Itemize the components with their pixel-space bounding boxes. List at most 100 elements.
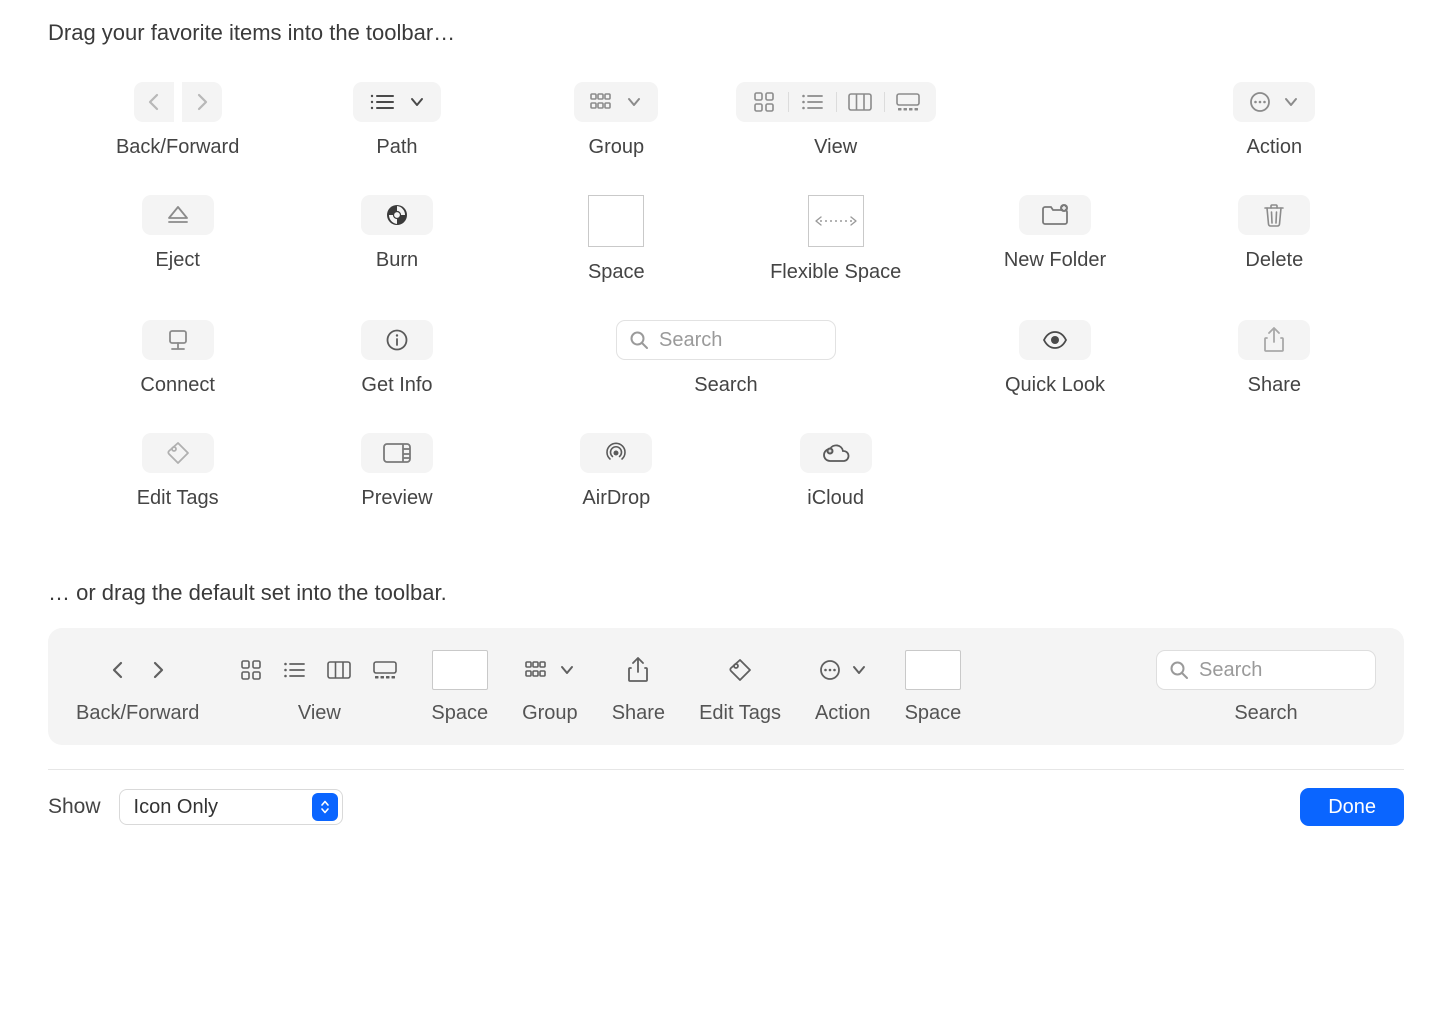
search-field[interactable]: Search [1156, 650, 1376, 690]
def-space-1[interactable]: Space [431, 650, 488, 725]
bottom-row: Show Icon Only Done [48, 788, 1404, 826]
action-icon [1249, 91, 1271, 113]
trash-icon [1264, 203, 1284, 227]
item-flexible-space[interactable]: Flexible Space [726, 195, 945, 284]
search-icon [629, 330, 649, 350]
eye-icon [1042, 331, 1068, 349]
done-button[interactable]: Done [1300, 788, 1404, 826]
def-label-space1: Space [431, 702, 488, 725]
info-icon [386, 329, 408, 351]
show-select[interactable]: Icon Only [119, 789, 343, 825]
label-eject: Eject [155, 249, 199, 272]
label-action: Action [1247, 136, 1303, 159]
chevron-down-icon [851, 662, 867, 678]
def-label-action: Action [815, 702, 871, 725]
item-preview[interactable]: Preview [287, 433, 506, 510]
item-path[interactable]: Path [287, 82, 506, 159]
item-delete[interactable]: Delete [1165, 195, 1384, 284]
view-gallery-icon [373, 661, 397, 679]
label-preview: Preview [361, 487, 432, 510]
space-icon [432, 650, 488, 690]
def-label-back-forward: Back/Forward [76, 702, 199, 725]
label-path: Path [376, 136, 417, 159]
label-search: Search [694, 374, 757, 397]
def-label-share: Share [612, 702, 665, 725]
def-group[interactable]: Group [522, 650, 578, 725]
share-icon [1263, 327, 1285, 353]
burn-icon [386, 204, 408, 226]
default-toolbar-set[interactable]: Back/Forward View Space Group Share Edit… [48, 628, 1404, 745]
label-burn: Burn [376, 249, 418, 272]
label-back-forward: Back/Forward [116, 136, 239, 159]
chevron-down-icon [626, 94, 642, 110]
item-share[interactable]: Share [1165, 320, 1384, 397]
label-flexible-space: Flexible Space [770, 261, 901, 284]
def-space-2[interactable]: Space [905, 650, 962, 725]
space-icon [588, 195, 644, 247]
item-edit-tags[interactable]: Edit Tags [68, 433, 287, 510]
item-burn[interactable]: Burn [287, 195, 506, 284]
def-search[interactable]: Search Search [1156, 650, 1376, 725]
item-space[interactable]: Space [507, 195, 726, 284]
view-columns-icon [836, 82, 884, 122]
heading-default-set: … or drag the default set into the toolb… [48, 580, 1404, 606]
item-search[interactable]: Search Search [507, 320, 946, 397]
label-space: Space [588, 261, 645, 284]
item-view[interactable]: View [726, 82, 945, 159]
item-quick-look[interactable]: Quick Look [945, 320, 1164, 397]
item-new-folder[interactable]: New Folder [945, 195, 1164, 284]
path-icon [369, 93, 395, 111]
def-share[interactable]: Share [612, 650, 665, 725]
label-delete: Delete [1245, 249, 1303, 272]
def-action[interactable]: Action [815, 650, 871, 725]
label-group: Group [589, 136, 645, 159]
forward-icon [182, 82, 222, 122]
item-group[interactable]: Group [507, 82, 726, 159]
heading-drag-items: Drag your favorite items into the toolba… [48, 20, 1404, 46]
item-back-forward[interactable]: Back/Forward [68, 82, 287, 159]
view-icons-icon [740, 82, 788, 122]
item-airdrop[interactable]: AirDrop [507, 433, 726, 510]
airdrop-icon [604, 441, 628, 465]
item-icloud[interactable]: iCloud [726, 433, 945, 510]
tag-icon [728, 658, 752, 682]
label-quick-look: Quick Look [1005, 374, 1105, 397]
tag-icon [166, 441, 190, 465]
label-share: Share [1248, 374, 1301, 397]
chevron-down-icon [409, 94, 425, 110]
label-view: View [814, 136, 857, 159]
search-field[interactable]: Search [616, 320, 836, 360]
search-icon [1169, 660, 1189, 680]
show-label: Show [48, 795, 101, 819]
view-list-icon [788, 82, 836, 122]
view-list-icon [283, 661, 305, 679]
label-airdrop: AirDrop [582, 487, 650, 510]
search-placeholder: Search [659, 329, 722, 352]
chevron-down-icon [559, 662, 575, 678]
eject-icon [167, 205, 189, 225]
item-eject[interactable]: Eject [68, 195, 287, 284]
preview-icon [383, 443, 411, 463]
space-icon [905, 650, 961, 690]
back-icon [134, 82, 174, 122]
def-label-edit-tags: Edit Tags [699, 702, 781, 725]
flexible-space-icon [808, 195, 864, 247]
new-folder-icon [1041, 204, 1069, 226]
label-icloud: iCloud [807, 487, 864, 510]
label-new-folder: New Folder [1004, 249, 1106, 272]
action-icon [819, 659, 841, 681]
def-view[interactable]: View [241, 650, 397, 725]
def-label-search: Search [1234, 702, 1297, 725]
def-back-forward[interactable]: Back/Forward [76, 650, 199, 725]
toolbar-items-grid: Back/Forward Path [48, 82, 1404, 510]
def-label-group: Group [522, 702, 578, 725]
show-select-value: Icon Only [134, 796, 218, 819]
label-edit-tags: Edit Tags [137, 487, 219, 510]
icloud-icon [822, 443, 850, 463]
item-action[interactable]: Action [1165, 82, 1384, 159]
chevron-down-icon [1283, 94, 1299, 110]
def-label-space2: Space [905, 702, 962, 725]
def-edit-tags[interactable]: Edit Tags [699, 650, 781, 725]
item-get-info[interactable]: Get Info [287, 320, 506, 397]
item-connect[interactable]: Connect [68, 320, 287, 397]
